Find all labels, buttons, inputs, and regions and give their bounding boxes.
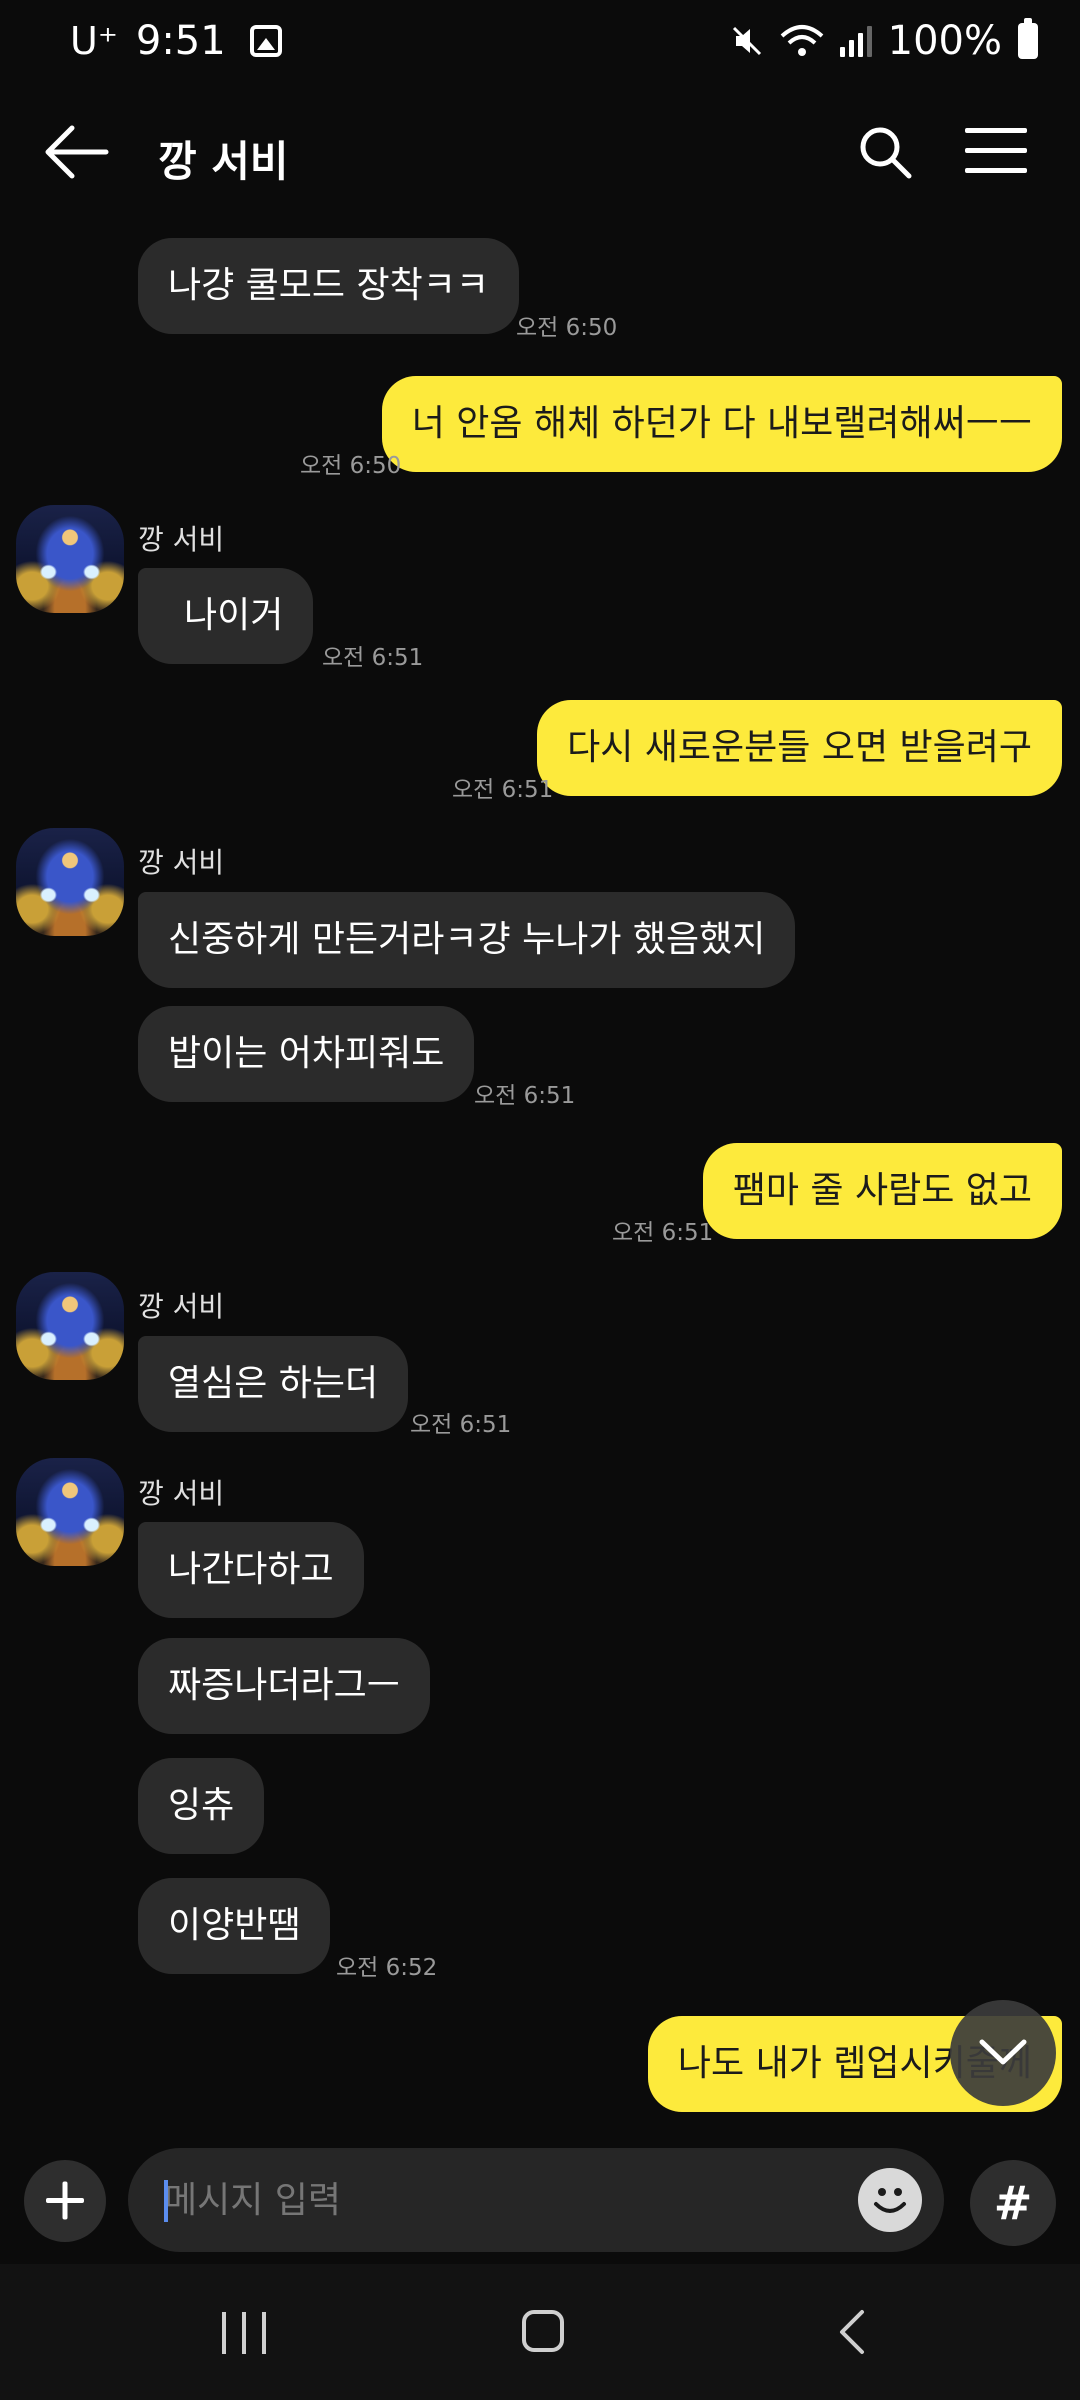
nav-back-icon[interactable]: [832, 2308, 872, 2356]
message-bubble-incoming[interactable]: 짜증나더라그ㅡ: [138, 1638, 430, 1734]
message-bubble-incoming[interactable]: 이양반땜: [138, 1878, 331, 1974]
chevron-down-icon: [979, 2039, 1027, 2065]
message-bubble-incoming[interactable]: 나이거: [138, 568, 314, 664]
avatar[interactable]: [16, 1458, 124, 1566]
message-bubble-outgoing[interactable]: 너 안옴 해체 하던가 다 내보랠려해써ㅡㅡ: [381, 376, 1062, 472]
message-time: 오전 6:50: [516, 315, 618, 341]
message-time: 오전 6:52: [336, 1955, 438, 1981]
message-time: 오전 6:51: [612, 1220, 714, 1246]
home-icon[interactable]: [522, 2310, 564, 2352]
emoji-icon[interactable]: [858, 2168, 922, 2232]
message-bubble-incoming[interactable]: 열심은 하는더: [138, 1336, 409, 1432]
message-bubble-incoming[interactable]: 신중하게 만든거라ㅋ걍 누나가 했음했지: [138, 892, 796, 988]
hash-icon[interactable]: #: [970, 2160, 1056, 2246]
message-time: 오전 6:50: [300, 453, 402, 479]
message-bubble-outgoing[interactable]: 다시 새로운분들 오면 받을려구: [537, 700, 1062, 796]
message-time: 오전 6:51: [322, 645, 424, 671]
text-cursor: [164, 2180, 168, 2222]
message-time: 오전 6:51: [410, 1412, 512, 1438]
message-time: 오전 6:51: [452, 777, 554, 803]
avatar[interactable]: [16, 1272, 124, 1380]
sender-name: 깡 서비: [138, 1290, 225, 1323]
message-list[interactable]: 나걍 쿨모드 장착ㅋㅋ 오전 6:50 너 안옴 해체 하던가 다 내보랠려해써…: [0, 0, 1080, 2140]
message-time: 오전 6:51: [474, 1083, 576, 1109]
system-nav-bar: [0, 2264, 1080, 2400]
avatar[interactable]: [16, 505, 124, 613]
message-bubble-incoming[interactable]: 밥이는 어차피줘도: [138, 1006, 475, 1102]
recent-apps-icon[interactable]: [222, 2312, 266, 2354]
message-bubble-incoming[interactable]: 나간다하고: [138, 1522, 364, 1618]
plus-icon[interactable]: [24, 2160, 106, 2242]
message-bubble-incoming[interactable]: 잉츄: [138, 1758, 265, 1854]
message-input[interactable]: [128, 2148, 944, 2252]
input-bar: #: [0, 2140, 1080, 2264]
sender-name: 깡 서비: [138, 523, 225, 556]
sender-name: 깡 서비: [138, 1477, 225, 1510]
avatar[interactable]: [16, 828, 124, 936]
scroll-to-bottom-button[interactable]: [950, 2000, 1056, 2106]
message-bubble-outgoing[interactable]: 팸마 줄 사람도 없고: [702, 1143, 1062, 1239]
sender-name: 깡 서비: [138, 846, 225, 879]
message-bubble-incoming[interactable]: 나걍 쿨모드 장착ㅋㅋ: [138, 238, 519, 334]
